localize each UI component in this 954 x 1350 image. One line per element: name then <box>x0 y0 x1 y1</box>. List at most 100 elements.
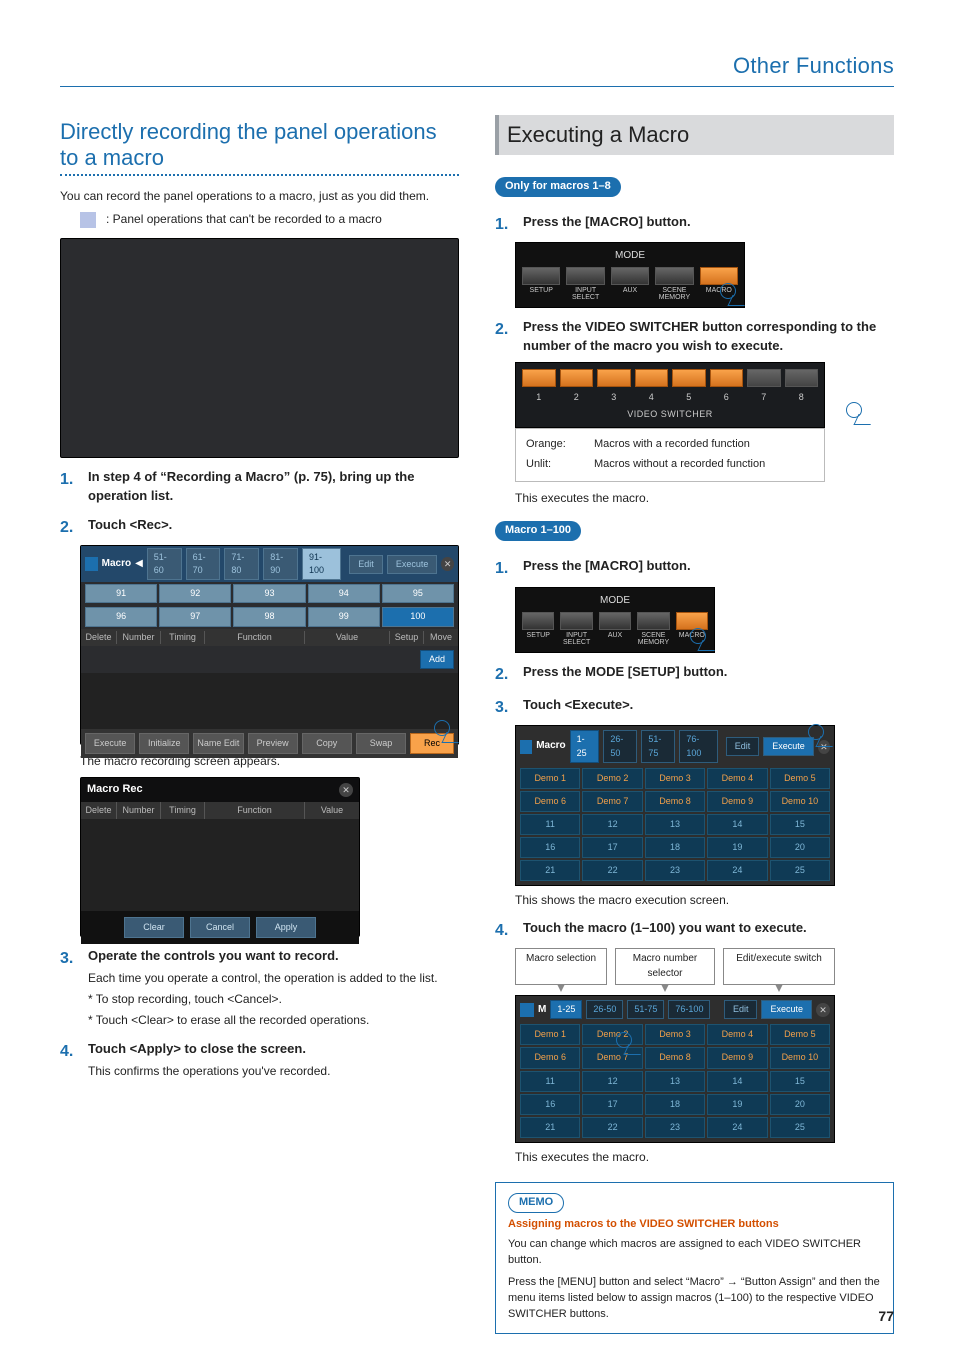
macro-cell[interactable]: 96 <box>85 607 157 626</box>
mode-input-select-button[interactable]: INPUT SELECT <box>560 612 592 646</box>
mode-setup-button[interactable]: SETUP <box>522 267 560 294</box>
tab-26-50[interactable]: 26-50 <box>603 730 637 762</box>
macro-cell[interactable]: 21 <box>520 860 580 881</box>
macro-cell[interactable]: 25 <box>770 860 830 881</box>
tab-1-25[interactable]: 1-25 <box>570 730 600 762</box>
close-icon[interactable]: ✕ <box>816 1003 830 1017</box>
execute-button[interactable]: Execute <box>387 555 438 574</box>
mode-input-select-button[interactable]: INPUT SELECT <box>566 267 604 301</box>
macro-cell[interactable]: 91 <box>85 584 157 603</box>
macro-cell[interactable]: 17 <box>582 1094 642 1115</box>
macro-cell[interactable]: Demo 9 <box>707 791 767 812</box>
macro-cell[interactable]: 14 <box>707 814 767 835</box>
switcher-btn-4[interactable] <box>635 369 669 387</box>
macro-cell[interactable]: Demo 4 <box>707 768 767 789</box>
macro-cell[interactable]: 13 <box>645 1071 705 1092</box>
macro-cell[interactable]: Demo 10 <box>770 1047 830 1068</box>
macro-cell[interactable]: 19 <box>707 1094 767 1115</box>
mode-aux-button[interactable]: AUX <box>611 267 649 294</box>
macro-cell[interactable]: Demo 8 <box>645 791 705 812</box>
macro-cell[interactable]: Demo 3 <box>645 1024 705 1045</box>
macro-cell[interactable]: 92 <box>159 584 231 603</box>
footer-preview[interactable]: Preview <box>248 733 298 754</box>
switcher-btn-7[interactable] <box>747 369 781 387</box>
macro-cell[interactable]: 19 <box>707 837 767 858</box>
edit-button[interactable]: Edit <box>724 1000 758 1019</box>
macro-cell[interactable]: Demo 6 <box>520 1047 580 1068</box>
cancel-button[interactable]: Cancel <box>190 917 250 938</box>
macro-cell[interactable]: 16 <box>520 1094 580 1115</box>
tab-61-70[interactable]: 61-70 <box>186 548 221 580</box>
macro-cell[interactable]: 24 <box>707 860 767 881</box>
macro-cell[interactable]: 24 <box>707 1117 767 1138</box>
macro-cell[interactable]: 100 <box>382 607 454 626</box>
macro-cell[interactable]: Demo 4 <box>707 1024 767 1045</box>
footer-name-edit[interactable]: Name Edit <box>193 733 243 754</box>
macro-cell[interactable]: 21 <box>520 1117 580 1138</box>
macro-cell[interactable]: Demo 5 <box>770 1024 830 1045</box>
edit-button[interactable]: Edit <box>349 555 383 574</box>
tab-26-50[interactable]: 26-50 <box>586 1000 623 1019</box>
tab-76-100[interactable]: 76-100 <box>668 1000 710 1019</box>
mode-aux-button[interactable]: AUX <box>599 612 631 639</box>
footer-swap[interactable]: Swap <box>356 733 406 754</box>
footer-copy[interactable]: Copy <box>302 733 352 754</box>
mode-scene-memory-button[interactable]: SCENE MEMORY <box>655 267 693 301</box>
macro-cell[interactable]: 18 <box>645 837 705 858</box>
switcher-btn-8[interactable] <box>785 369 819 387</box>
macro-cell[interactable]: 20 <box>770 837 830 858</box>
clear-button[interactable]: Clear <box>124 917 184 938</box>
macro-cell[interactable]: Demo 5 <box>770 768 830 789</box>
macro-cell[interactable]: 14 <box>707 1071 767 1092</box>
macro-cell[interactable]: 99 <box>308 607 380 626</box>
macro-cell[interactable]: 18 <box>645 1094 705 1115</box>
tab-1-25[interactable]: 1-25 <box>550 1000 582 1019</box>
switcher-btn-1[interactable] <box>522 369 556 387</box>
tab-51-75[interactable]: 51-75 <box>627 1000 664 1019</box>
close-icon[interactable]: ✕ <box>441 557 454 571</box>
switcher-btn-3[interactable] <box>597 369 631 387</box>
switcher-btn-2[interactable] <box>560 369 594 387</box>
execute-button[interactable]: Execute <box>763 737 814 756</box>
macro-cell[interactable]: 95 <box>382 584 454 603</box>
add-button[interactable]: Add <box>420 650 454 669</box>
macro-cell[interactable]: 16 <box>520 837 580 858</box>
tab-81-90[interactable]: 81-90 <box>263 548 298 580</box>
macro-cell[interactable]: 15 <box>770 1071 830 1092</box>
tab-51-75[interactable]: 51-75 <box>641 730 675 762</box>
macro-cell[interactable]: 94 <box>308 584 380 603</box>
mode-scene-memory-button[interactable]: SCENE MEMORY <box>637 612 669 646</box>
tab-91-100[interactable]: 91-100 <box>302 548 341 580</box>
macro-cell[interactable]: 23 <box>645 860 705 881</box>
tab-51-60[interactable]: 51-60 <box>147 548 182 580</box>
macro-cell[interactable]: 23 <box>645 1117 705 1138</box>
arrow-left-icon[interactable]: ◀ <box>135 557 143 572</box>
macro-cell[interactable]: 11 <box>520 1071 580 1092</box>
macro-cell[interactable]: Demo 1 <box>520 768 580 789</box>
macro-cell[interactable]: 98 <box>233 607 305 626</box>
execute-button[interactable]: Execute <box>761 1000 812 1019</box>
macro-cell[interactable]: 22 <box>582 860 642 881</box>
macro-cell[interactable]: 11 <box>520 814 580 835</box>
macro-cell[interactable]: 12 <box>582 814 642 835</box>
macro-cell[interactable]: Demo 6 <box>520 791 580 812</box>
macro-cell[interactable]: 93 <box>233 584 305 603</box>
macro-cell[interactable]: Demo 8 <box>645 1047 705 1068</box>
macro-cell[interactable]: Demo 10 <box>770 791 830 812</box>
switcher-btn-6[interactable] <box>710 369 744 387</box>
macro-cell[interactable]: 13 <box>645 814 705 835</box>
macro-cell[interactable]: Demo 9 <box>707 1047 767 1068</box>
macro-cell[interactable]: 12 <box>582 1071 642 1092</box>
tab-76-100[interactable]: 76-100 <box>679 730 717 762</box>
footer-execute[interactable]: Execute <box>85 733 135 754</box>
edit-button[interactable]: Edit <box>726 737 760 756</box>
macro-cell[interactable]: Demo 7 <box>582 791 642 812</box>
tab-71-80[interactable]: 71-80 <box>224 548 259 580</box>
macro-cell[interactable]: 25 <box>770 1117 830 1138</box>
footer-initialize[interactable]: Initialize <box>139 733 189 754</box>
macro-cell[interactable]: Demo 3 <box>645 768 705 789</box>
mode-setup-button[interactable]: SETUP <box>522 612 554 639</box>
macro-cell[interactable]: Demo 2 <box>582 768 642 789</box>
macro-cell[interactable]: 17 <box>582 837 642 858</box>
macro-cell[interactable]: 20 <box>770 1094 830 1115</box>
